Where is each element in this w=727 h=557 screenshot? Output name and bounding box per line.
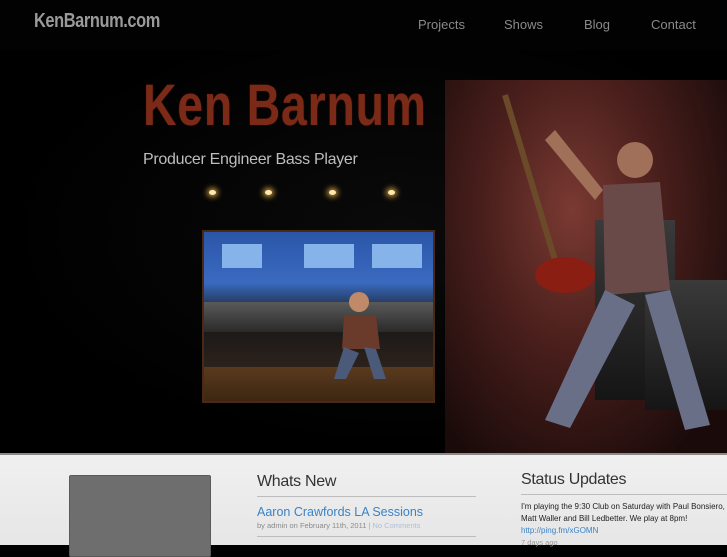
- light: [329, 190, 336, 195]
- top-bar: KenBarnum.com Projects Shows Blog Contac…: [0, 0, 727, 50]
- post-byline: by admin on February 11th, 2011: [257, 521, 367, 530]
- nav-blog[interactable]: Blog: [584, 17, 610, 32]
- studio-floor: [204, 367, 433, 401]
- light: [265, 190, 272, 195]
- content-area: Whats New Aaron Crawfords LA Sessions by…: [0, 455, 727, 557]
- meta-separator: |: [368, 521, 371, 530]
- light: [209, 190, 216, 195]
- status-timestamp: 7 days ago: [521, 538, 558, 547]
- studio-window: [372, 244, 422, 268]
- ceiling-lights: [205, 190, 445, 200]
- site-logo[interactable]: KenBarnum.com: [34, 10, 160, 33]
- status-message: I'm playing the 9:30 Club on Saturday wi…: [521, 501, 727, 525]
- nav-contact[interactable]: Contact: [651, 17, 696, 32]
- engineer-figure: [334, 292, 386, 379]
- bass-player-figure: [502, 94, 710, 430]
- comments-link[interactable]: No Comments: [373, 521, 421, 530]
- hero-banner: Ken Barnum Producer Engineer Bass Player: [0, 50, 727, 453]
- studio-photo: [202, 230, 435, 403]
- status-link[interactable]: http://ping.fm/xGOMN: [521, 526, 598, 535]
- post-meta: by admin on February 11th, 2011 | No Com…: [257, 521, 420, 530]
- mixing-console: [204, 302, 433, 332]
- hero-subtitle: Producer Engineer Bass Player: [143, 151, 358, 168]
- nav-shows[interactable]: Shows: [504, 17, 543, 32]
- studio-window: [222, 244, 262, 268]
- divider: [257, 536, 476, 537]
- nav-projects[interactable]: Projects: [418, 17, 465, 32]
- studio-window: [304, 244, 354, 268]
- post-title-link[interactable]: Aaron Crawfords LA Sessions: [257, 505, 423, 519]
- divider: [257, 496, 476, 497]
- status-line: I'm playing the 9:30 Club on Saturday wi…: [521, 502, 725, 511]
- divider: [521, 494, 727, 495]
- light: [388, 190, 395, 195]
- status-updates-heading: Status Updates: [521, 471, 627, 488]
- whats-new-heading: Whats New: [257, 473, 337, 490]
- hero-title: Ken Barnum: [143, 73, 427, 138]
- stage-photo: [445, 80, 727, 453]
- status-line: Matt Waller and Bill Ledbetter. We play …: [521, 514, 688, 523]
